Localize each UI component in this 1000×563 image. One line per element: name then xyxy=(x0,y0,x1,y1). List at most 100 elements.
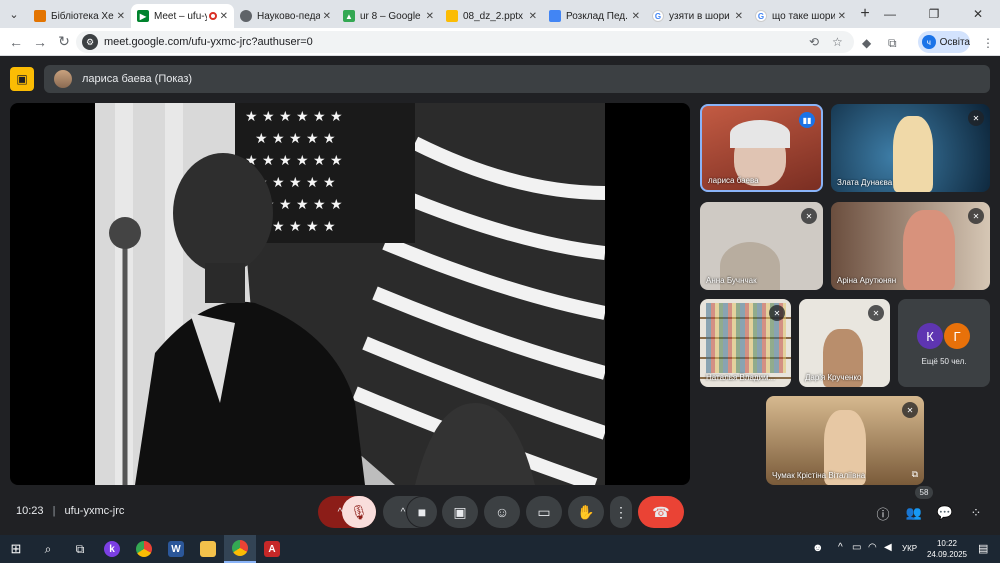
mic-off-icon: 🎙 xyxy=(350,503,368,520)
mic-off-icon: ✕ xyxy=(902,402,918,418)
tab-slides[interactable]: 08_dz_2.pptx - G ✕ xyxy=(440,4,543,28)
close-tab-icon[interactable]: ✕ xyxy=(117,11,125,22)
file-explorer-icon[interactable] xyxy=(192,535,224,563)
tab-title: Науково-педаго xyxy=(257,10,320,22)
camera-options-chevron-icon[interactable]: ^ xyxy=(401,507,406,518)
system-clock[interactable]: 10:22 24.09.2025 xyxy=(926,538,968,560)
close-tab-icon[interactable]: ✕ xyxy=(220,11,228,22)
people-icon[interactable]: 👥 xyxy=(903,502,925,524)
task-view-icon[interactable]: ⧉ xyxy=(64,535,96,563)
presentation-icon: ▣ xyxy=(10,67,34,91)
url-text: meet.google.com/ufu-yxmc-jrc?authuser=0 xyxy=(104,36,313,48)
tab-library[interactable]: Бібліотека Херсо ✕ xyxy=(28,4,131,28)
more-participants-tile[interactable]: К Г Ещё 50 чел. xyxy=(898,299,990,387)
language-indicator[interactable]: УКР xyxy=(902,544,917,553)
volume-icon[interactable]: ◀ xyxy=(884,542,892,553)
minimize-window-icon[interactable]: — xyxy=(868,0,912,28)
pdf-reader-icon[interactable]: A xyxy=(256,535,288,563)
profile-chip[interactable]: ч Освіта xyxy=(918,31,970,53)
participant-tile[interactable]: ✕ Злата Дунаєва xyxy=(831,104,990,192)
raise-hand-button[interactable]: ✋ xyxy=(568,496,604,528)
chrome-active-icon[interactable] xyxy=(224,535,256,563)
svg-text:★ ★ ★ ★ ★ ★: ★ ★ ★ ★ ★ ★ xyxy=(245,109,343,125)
chrome-menu-icon[interactable]: ⋮ xyxy=(982,36,994,50)
tab-search-chevron-icon[interactable]: ⌄ xyxy=(0,0,28,28)
speaking-indicator-icon: ▮▮ xyxy=(799,112,815,128)
presenter-label: лариса баева (Показ) xyxy=(82,73,193,85)
close-tab-icon[interactable]: ✕ xyxy=(632,11,640,22)
camera-toggle-button[interactable]: ■ xyxy=(406,496,438,528)
meeting-code: ufu-yxmc-jrc xyxy=(64,505,125,517)
reactions-button[interactable]: ☺ xyxy=(484,496,520,528)
leave-call-button[interactable]: ☎ xyxy=(638,496,684,528)
people-tray-icon[interactable]: ☻ xyxy=(812,542,824,554)
participant-hair xyxy=(730,120,790,148)
site-info-icon[interactable]: ⚙ xyxy=(82,34,98,50)
extension-icon[interactable]: ◆ xyxy=(862,36,871,50)
search-icon[interactable]: ⌕ xyxy=(32,535,64,563)
notifications-icon[interactable]: ▤ xyxy=(978,542,988,555)
restore-window-icon[interactable]: ❐ xyxy=(912,0,956,28)
wifi-icon[interactable]: ◠ xyxy=(868,542,877,553)
participant-tile[interactable]: ✕ Дар'я Крученко xyxy=(799,299,890,387)
mic-toggle-button[interactable]: 🎙 xyxy=(342,496,376,528)
tab-google-drive[interactable]: ▲ ur 8 – Google Ди ✕ xyxy=(337,4,440,28)
google-favicon-icon: G xyxy=(652,10,664,22)
library-favicon-icon xyxy=(34,10,46,22)
participant-tile[interactable]: ✕ Чумак Крістіна Віталіївна ⧉ xyxy=(766,396,924,485)
close-tab-icon[interactable]: ✕ xyxy=(529,11,537,22)
address-bar[interactable]: ⚙ meet.google.com/ufu-yxmc-jrc?authuser=… xyxy=(76,31,854,53)
meeting-info-icon[interactable]: ⓘ xyxy=(872,502,894,524)
start-windows-icon[interactable]: ⊞ xyxy=(0,535,32,563)
tab-search-2[interactable]: G що таке шори - ✕ xyxy=(749,4,852,28)
tab-title: узяти в шори зн xyxy=(669,10,732,22)
close-window-icon[interactable]: ✕ xyxy=(956,0,1000,28)
participant-tile[interactable]: ✕ Наталья Владим... xyxy=(700,299,791,387)
app-k-icon[interactable]: k xyxy=(96,535,128,563)
participant-name: Анна Бучнчак xyxy=(706,276,757,285)
tab-scientific[interactable]: Науково-педаго ✕ xyxy=(234,4,337,28)
forward-icon[interactable]: → xyxy=(28,34,52,50)
close-tab-icon[interactable]: ✕ xyxy=(426,11,434,22)
present-screen-button[interactable]: ▣ xyxy=(442,496,478,528)
tab-meet[interactable]: ▶ Meet – ufu-y ✕ xyxy=(131,4,234,28)
tab-title: 08_dz_2.pptx - G xyxy=(463,10,526,22)
presenter-banner[interactable]: лариса баева (Показ) xyxy=(44,65,990,93)
svg-text:★ ★ ★ ★ ★: ★ ★ ★ ★ ★ xyxy=(255,131,336,147)
translate-icon[interactable]: ⟲ xyxy=(809,35,819,49)
presenter-avatar xyxy=(54,70,72,88)
close-tab-icon[interactable]: ✕ xyxy=(838,11,846,22)
participant-tile[interactable]: ✕ Аріна Арутюнян xyxy=(831,202,990,290)
shared-screen: ★ ★ ★ ★ ★ ★ ★ ★ ★ ★ ★ ★ ★ ★ ★ ★ ★ ★ ★ ★ … xyxy=(10,103,690,485)
pin-icon[interactable]: ⧉ xyxy=(912,469,918,480)
tab-title: Бібліотека Херсо xyxy=(51,10,114,22)
participant-name: Наталья Владим... xyxy=(706,373,776,382)
activities-icon[interactable]: ⁘ xyxy=(965,502,987,524)
captions-icon: ▭ xyxy=(537,503,551,520)
emoji-icon: ☺ xyxy=(494,504,510,520)
reload-icon[interactable]: ↻ xyxy=(52,33,76,50)
meeting-controls: 10:23 | ufu-yxmc-jrc ^ 🎙 ^ ■ ▣ ☺ ▭ ✋ ⋮ ☎… xyxy=(0,486,1000,534)
battery-icon[interactable]: ▭ xyxy=(852,542,861,553)
more-options-button[interactable]: ⋮ xyxy=(610,496,632,528)
bookmark-star-icon[interactable]: ☆ xyxy=(832,35,843,49)
chrome-icon[interactable] xyxy=(128,535,160,563)
participant-tile[interactable]: ▮▮ лариса баева xyxy=(700,104,823,192)
tray-chevron-icon[interactable]: ^ xyxy=(838,542,843,553)
tab-search-1[interactable]: G узяти в шори зн ✕ xyxy=(646,4,749,28)
participants-count-badge: 58 xyxy=(915,486,933,499)
extensions-puzzle-icon[interactable]: ⧉ xyxy=(888,36,897,51)
word-icon[interactable]: W xyxy=(160,535,192,563)
chat-icon[interactable]: 💬 xyxy=(934,502,956,524)
tab-title: що таке шори - xyxy=(772,10,835,22)
participant-tile[interactable]: ✕ Анна Бучнчак xyxy=(700,202,823,290)
back-icon[interactable]: ← xyxy=(4,34,28,50)
tab-schedule[interactable]: Розклад Пед. пр ✕ xyxy=(543,4,646,28)
profile-label: Освіта xyxy=(939,36,970,48)
close-tab-icon[interactable]: ✕ xyxy=(323,11,331,22)
captions-button[interactable]: ▭ xyxy=(526,496,562,528)
flag-and-speaker-illustration: ★ ★ ★ ★ ★ ★ ★ ★ ★ ★ ★ ★ ★ ★ ★ ★ ★ ★ ★ ★ … xyxy=(95,103,605,485)
close-tab-icon[interactable]: ✕ xyxy=(735,11,743,22)
participant-name: лариса баева xyxy=(708,176,759,185)
tab-title: ur 8 – Google Ди xyxy=(360,10,423,22)
